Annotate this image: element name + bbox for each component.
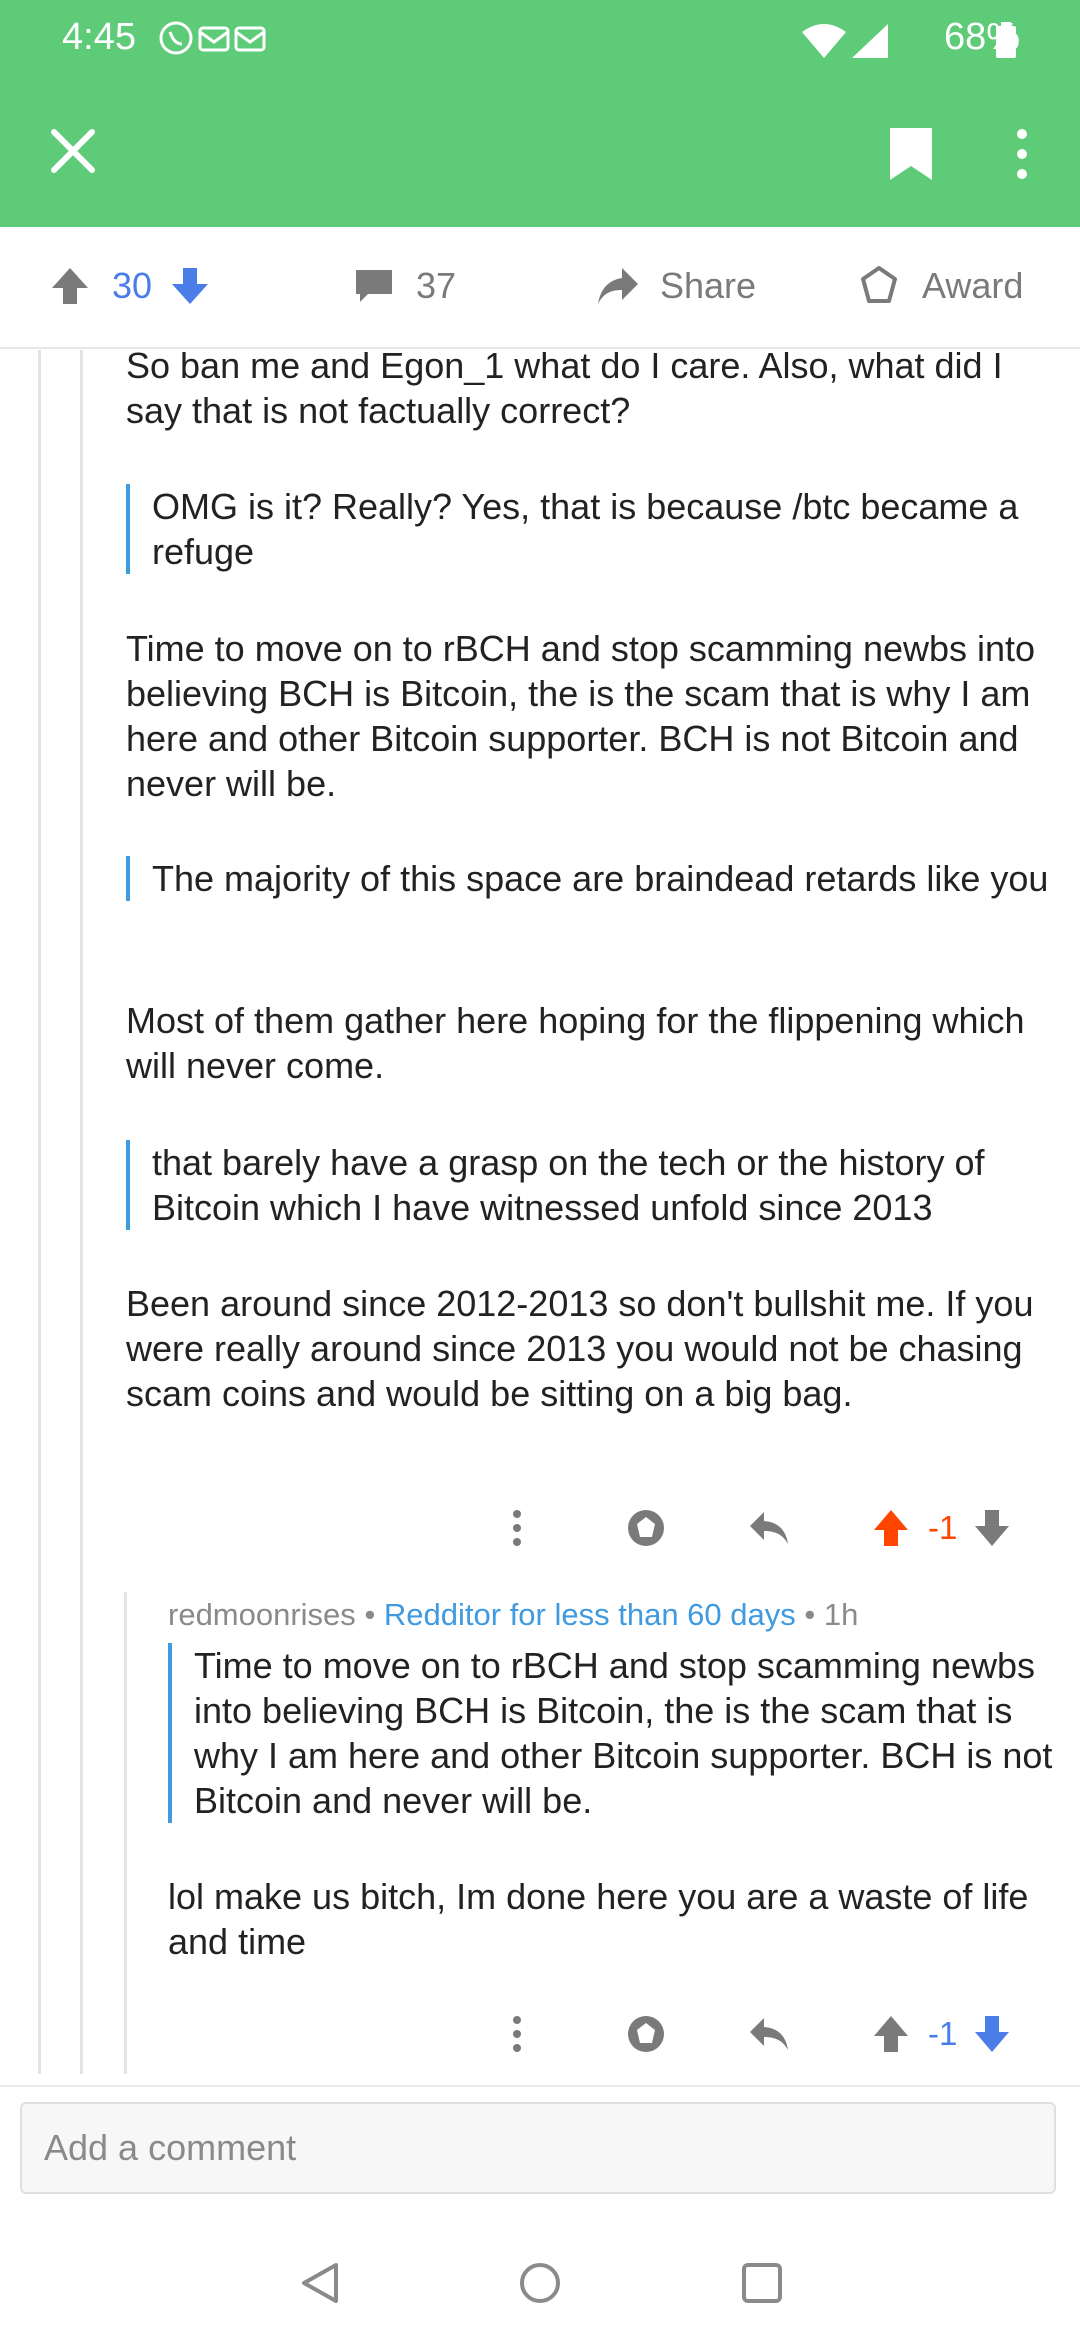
upvote-icon[interactable]	[872, 2014, 910, 2054]
reply-icon[interactable]	[748, 2014, 792, 2054]
system-nav-bar	[0, 2225, 1080, 2340]
downvote-icon[interactable]	[170, 266, 210, 306]
comment-paragraph: lol make us bitch, Im done here you are …	[168, 1876, 1029, 1962]
upvote-icon[interactable]	[50, 266, 90, 306]
recents-icon[interactable]	[740, 2261, 784, 2305]
downvote-icon[interactable]	[973, 2014, 1011, 2054]
author-flair: Redditor for less than 60 days	[383, 1597, 796, 1632]
back-icon[interactable]	[298, 2261, 342, 2305]
more-vertical-icon[interactable]	[506, 1508, 528, 1548]
comment-paragraph: Been around since 2012-2013 so don't bul…	[126, 1283, 1034, 1414]
downvote-icon[interactable]	[973, 1508, 1011, 1548]
award-icon[interactable]	[624, 1508, 668, 1548]
app-bar: 4:45 68%	[0, 0, 1080, 227]
share-button[interactable]: Share	[596, 265, 756, 307]
comment-composer	[0, 2085, 1080, 2227]
comment-score: -1	[928, 1509, 958, 1546]
comment-quote: OMG is it? Really? Yes, that is because …	[126, 484, 1062, 574]
battery-icon	[996, 22, 1016, 63]
comment-quote: Time to move on to rBCH and stop scammin…	[168, 1643, 1062, 1823]
award-icon	[861, 266, 897, 303]
more-vertical-icon	[1017, 129, 1027, 179]
comment-controls: -1	[506, 1508, 1011, 1548]
post-vote-group: 30	[50, 265, 210, 307]
comment-paragraph: So ban me and Egon_1 what do I care. Als…	[126, 345, 1003, 431]
notification-icons	[156, 18, 266, 63]
close-button[interactable]	[48, 126, 98, 176]
share-icon	[598, 268, 638, 304]
comment-icon	[356, 270, 392, 302]
comment-count: 37	[416, 265, 457, 306]
bookmark-icon	[890, 128, 932, 180]
comment-age: 1h	[823, 1597, 859, 1632]
thread-line-outer	[38, 350, 41, 2074]
upvote-icon[interactable]	[872, 1508, 910, 1548]
reply-icon[interactable]	[748, 1508, 792, 1548]
bookmark-button[interactable]	[886, 126, 936, 182]
comment-score: -1	[928, 2015, 958, 2052]
thread-line-level-2	[80, 350, 83, 2074]
comment-author[interactable]: redmoonrises	[168, 1597, 356, 1632]
award-button[interactable]: Award	[858, 265, 1023, 307]
status-time: 4:45	[62, 16, 136, 58]
more-vertical-icon[interactable]	[506, 2014, 528, 2054]
comment-paragraph: Most of them gather here hoping for the …	[126, 1000, 1025, 1086]
comment-meta: redmoonrises • Redditor for less than 60…	[168, 1597, 859, 1632]
comment-quote: The majority of this space are braindead…	[126, 856, 1062, 901]
share-label: Share	[660, 265, 757, 306]
comment-controls: -1	[506, 2014, 1011, 2054]
post-score: 30	[112, 265, 153, 306]
thread-line-level-3	[124, 1592, 127, 2074]
home-icon[interactable]	[518, 2261, 562, 2305]
award-icon[interactable]	[624, 2014, 668, 2054]
comment-quote: that barely have a grasp on the tech or …	[126, 1140, 1080, 1230]
close-icon	[51, 129, 95, 173]
award-label: Award	[922, 265, 1024, 306]
wifi-signal-icons	[800, 20, 900, 65]
add-comment-input[interactable]	[20, 2102, 1056, 2194]
comments-button[interactable]: 37	[354, 265, 456, 307]
more-options-button[interactable]	[1010, 126, 1034, 182]
post-action-bar: 30 37 Share Award	[0, 227, 1080, 349]
comment-paragraph: Time to move on to rBCH and stop scammin…	[126, 628, 1036, 804]
